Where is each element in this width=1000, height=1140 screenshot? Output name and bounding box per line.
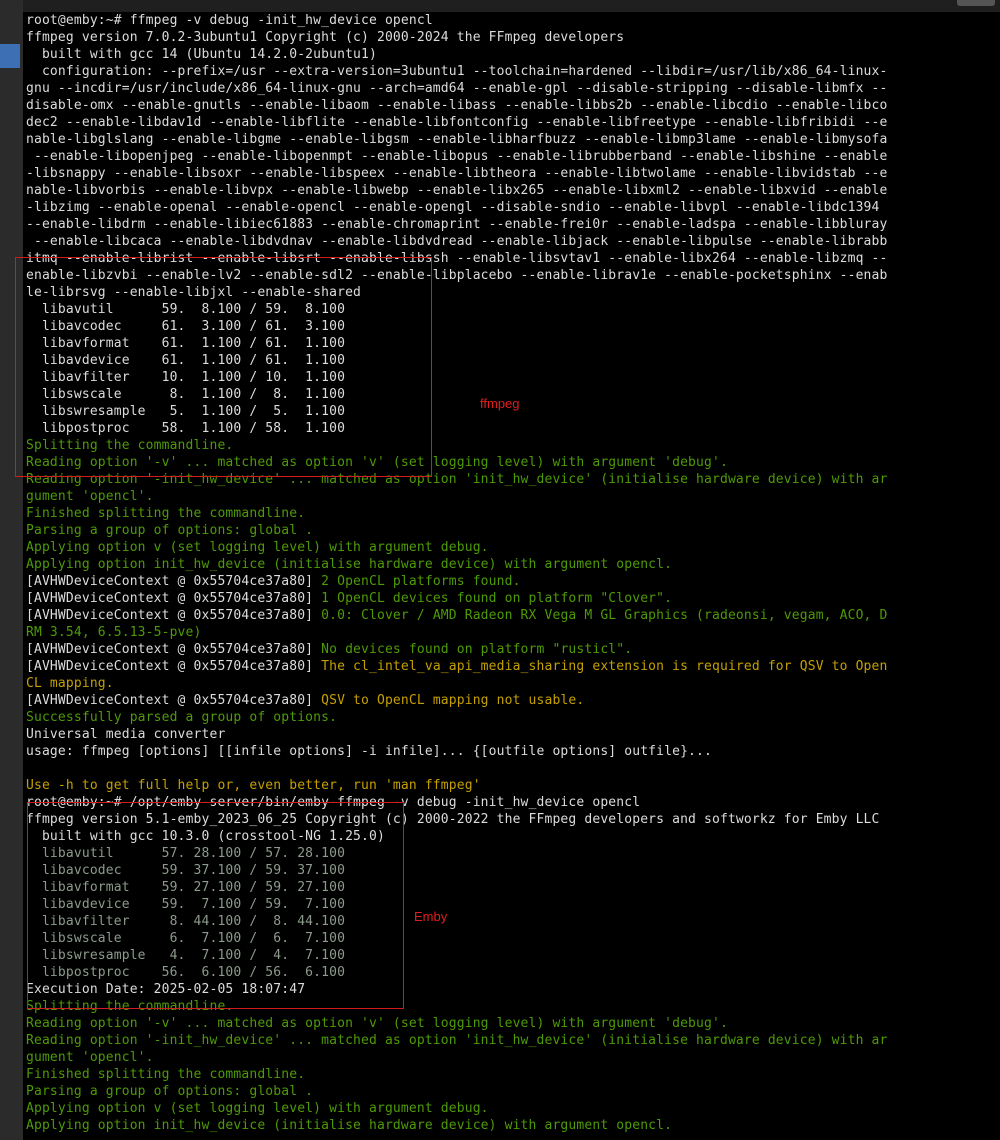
- terminal-line: ffmpeg version 7.0.2-3ubuntu1 Copyright …: [26, 30, 625, 45]
- terminal-line: usage: ffmpeg [options] [[infile options…: [26, 744, 712, 759]
- terminal-line: [AVHWDeviceContext @ 0x55704ce37a80] QSV…: [26, 692, 1000, 709]
- terminal-line: Reading option '-init_hw_device' ... mat…: [26, 1033, 888, 1048]
- terminal-line: Applying option init_hw_device (initiali…: [26, 1118, 673, 1133]
- log-message: The cl_intel_va_api_media_sharing extens…: [321, 659, 888, 674]
- terminal-line: Applying option v (set logging level) wi…: [26, 540, 489, 555]
- terminal-line: disable-omx --enable-gnutls --enable-lib…: [26, 98, 888, 113]
- log-prefix: [AVHWDeviceContext @ 0x55704ce37a80]: [26, 608, 322, 623]
- terminal-line: [AVHWDeviceContext @ 0x55704ce37a80] No …: [26, 641, 1000, 658]
- log-message: QSV to OpenCL mapping not usable.: [321, 693, 585, 708]
- terminal-line: -libsnappy --enable-libsoxr --enable-lib…: [26, 166, 888, 181]
- terminal-line: Universal media converter: [26, 727, 226, 742]
- terminal-line: CL mapping.: [26, 676, 114, 691]
- emby-annotation-label: Emby: [414, 909, 448, 924]
- log-prefix: [AVHWDeviceContext @ 0x55704ce37a80]: [26, 642, 322, 657]
- terminal-line: Finished splitting the commandline.: [26, 1067, 306, 1082]
- terminal-line: -libzimg --enable-openal --enable-opencl…: [26, 200, 880, 215]
- terminal-line: --enable-libcaca --enable-libdvdnav --en…: [26, 234, 888, 249]
- terminal-line: built with gcc 14 (Ubuntu 14.2.0-2ubuntu…: [26, 47, 377, 62]
- terminal-line: Applying option init_hw_device (initiali…: [26, 557, 673, 572]
- terminal-line: Parsing a group of options: global .: [26, 523, 314, 538]
- terminal-line: [AVHWDeviceContext @ 0x55704ce37a80] 2 O…: [26, 573, 1000, 590]
- left-sidebar: [0, 0, 23, 1140]
- terminal-line: gument 'opencl'.: [26, 489, 154, 504]
- terminal-line: Reading option '-v' ... matched as optio…: [26, 1016, 728, 1031]
- terminal-line: RM 3.54, 6.5.13-5-pve): [26, 625, 202, 640]
- terminal-line: Use -h to get full help or, even better,…: [26, 778, 481, 793]
- terminal-line: [AVHWDeviceContext @ 0x55704ce37a80] 0.0…: [26, 607, 1000, 624]
- log-prefix: [AVHWDeviceContext @ 0x55704ce37a80]: [26, 659, 322, 674]
- log-message: 0.0: Clover / AMD Radeon RX Vega M GL Gr…: [321, 608, 888, 623]
- log-message: 2 OpenCL platforms found.: [321, 574, 521, 589]
- terminal-line: gnu --incdir=/usr/include/x86_64-linux-g…: [26, 81, 888, 96]
- terminal-line: Parsing a group of options: global .: [26, 1084, 314, 1099]
- terminal-line: Finished splitting the commandline.: [26, 506, 306, 521]
- terminal-line: [AVHWDeviceContext @ 0x55704ce37a80] 1 O…: [26, 590, 1000, 607]
- terminal-line: Successfully parsed a group of options.: [26, 710, 338, 725]
- terminal-line: root@emby:~# ffmpeg -v debug -init_hw_de…: [26, 13, 433, 28]
- terminal-line: --enable-libopenjpeg --enable-libopenmpt…: [26, 149, 888, 164]
- log-prefix: [AVHWDeviceContext @ 0x55704ce37a80]: [26, 591, 322, 606]
- log-message: 1 OpenCL devices found on platform "Clov…: [321, 591, 673, 606]
- terminal-line: dec2 --enable-libdav1d --enable-libflite…: [26, 115, 888, 130]
- log-prefix: [AVHWDeviceContext @ 0x55704ce37a80]: [26, 693, 322, 708]
- sidebar-active-tab[interactable]: [0, 44, 20, 68]
- terminal-line: configuration: --prefix=/usr --extra-ver…: [26, 64, 888, 79]
- emby-annotation-box: [27, 802, 404, 1009]
- toolbar-button[interactable]: [957, 0, 995, 6]
- ffmpeg-annotation-box: [15, 257, 432, 477]
- terminal-line: Applying option v (set logging level) wi…: [26, 1101, 489, 1116]
- log-message: No devices found on platform "rusticl".: [321, 642, 633, 657]
- terminal-line: nable-libglslang --enable-libgme --enabl…: [26, 132, 888, 147]
- terminal-line: [AVHWDeviceContext @ 0x55704ce37a80] The…: [26, 658, 1000, 675]
- terminal-line: --enable-libdrm --enable-libiec61883 --e…: [26, 217, 888, 232]
- log-prefix: [AVHWDeviceContext @ 0x55704ce37a80]: [26, 574, 322, 589]
- ffmpeg-annotation-label: ffmpeg: [480, 396, 520, 411]
- top-toolbar: [23, 0, 1000, 12]
- terminal-line: gument 'opencl'.: [26, 1050, 154, 1065]
- terminal-line: nable-libvorbis --enable-libvpx --enable…: [26, 183, 888, 198]
